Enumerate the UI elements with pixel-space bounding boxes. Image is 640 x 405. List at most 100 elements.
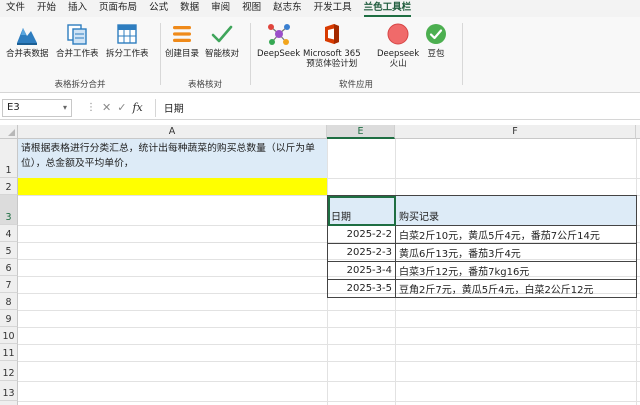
- column-header-overflow: [636, 125, 640, 139]
- gridline: [18, 344, 640, 345]
- row-header-2[interactable]: 2: [0, 178, 18, 195]
- record-cell[interactable]: 白菜2斤10元，黄瓜5斤4元，番茄7公斤14元: [395, 225, 637, 244]
- row-header-7[interactable]: 7: [0, 276, 18, 293]
- tab-lanse-toolbar[interactable]: 兰色工具栏: [358, 0, 418, 17]
- header-date[interactable]: 日期: [327, 195, 396, 226]
- merge-sheets-button[interactable]: 合并工作表: [56, 21, 99, 59]
- cell-a2-highlighted[interactable]: [18, 178, 327, 195]
- gridline: [18, 310, 640, 311]
- column-header-e[interactable]: E: [327, 125, 395, 139]
- cell-a1-instruction[interactable]: 请根据表格进行分类汇总，统计出每种蔬菜的购买总数量（以斤为单位），总金额及平均单…: [18, 139, 327, 178]
- group-software-apps: DeepSeek Microsoft 365 预览体验计划 Deepseek 火…: [251, 17, 461, 93]
- microsoft365-label: Microsoft 365: [303, 49, 361, 59]
- formula-bar: E3 ▾ ⋮ ✕ ✓ fx 日期: [0, 96, 640, 120]
- group-label-split-merge: 表格拆分合并: [54, 80, 106, 90]
- tab-formulas[interactable]: 公式: [143, 0, 174, 17]
- table-row: 2025-3-4 白菜3斤12元，番茄7kg16元: [327, 261, 637, 280]
- doubao-icon: [423, 21, 449, 47]
- tab-view[interactable]: 视图: [236, 0, 267, 17]
- deepseek-volcano-button[interactable]: Deepseek 火山: [377, 21, 419, 69]
- microsoft365-button[interactable]: Microsoft 365 预览体验计划: [303, 21, 361, 69]
- more-options-icon[interactable]: ⋮: [86, 102, 96, 113]
- function-icon[interactable]: fx: [132, 101, 142, 114]
- group-label-software: 软件应用: [338, 80, 373, 90]
- group-table-split-merge: 合并表数据 合并工作表 拆分工作表 表格拆分合并: [0, 17, 160, 93]
- ribbon: 合并表数据 合并工作表 拆分工作表 表格拆分合并 创建目录 智能核对 表格核对 …: [0, 17, 640, 93]
- tab-review[interactable]: 审阅: [205, 0, 236, 17]
- microsoft365-sublabel: 预览体验计划: [306, 59, 358, 69]
- tab-developer[interactable]: 开发工具: [308, 0, 358, 17]
- doubao-button[interactable]: 豆包: [423, 21, 449, 59]
- smart-check-label: 智能核对: [205, 49, 240, 59]
- gridline: [18, 401, 640, 402]
- split-sheets-button[interactable]: 拆分工作表: [106, 21, 149, 59]
- row-header-5[interactable]: 5: [0, 242, 18, 259]
- smart-check-button[interactable]: 智能核对: [205, 21, 239, 59]
- deepseek-volcano-sublabel: 火山: [389, 59, 407, 69]
- row-header-11[interactable]: 11: [0, 344, 18, 361]
- row-header-4[interactable]: 4: [0, 225, 18, 242]
- confirm-icon[interactable]: ✓: [117, 101, 126, 114]
- deepseek-icon: [266, 21, 292, 47]
- row-header-9[interactable]: 9: [0, 310, 18, 327]
- column-header-f[interactable]: F: [395, 125, 636, 139]
- deepseek-button[interactable]: DeepSeek: [257, 21, 300, 59]
- split-sheets-icon: [114, 21, 140, 47]
- deepseek-label: DeepSeek: [257, 49, 301, 59]
- tab-home[interactable]: 开始: [31, 0, 62, 17]
- gridline: [18, 381, 640, 382]
- tab-insert[interactable]: 插入: [62, 0, 93, 17]
- group-table-check: 创建目录 智能核对 表格核对: [161, 17, 249, 93]
- checkmark-icon: [209, 21, 235, 47]
- row-header-6[interactable]: 6: [0, 259, 18, 276]
- row-header-8[interactable]: 8: [0, 293, 18, 310]
- date-cell[interactable]: 2025-2-3: [327, 243, 396, 262]
- row-header-10[interactable]: 10: [0, 327, 18, 344]
- merge-sheets-icon: [64, 21, 90, 47]
- header-purchase-record[interactable]: 购买记录: [395, 195, 637, 226]
- row-header-overflow: [0, 401, 18, 405]
- table-header-row: 日期 购买记录: [327, 195, 637, 226]
- cancel-icon[interactable]: ✕: [102, 101, 111, 114]
- formula-input[interactable]: 日期: [154, 98, 184, 117]
- merge-data-icon: [14, 21, 40, 47]
- deepseek-volcano-label: Deepseek: [377, 49, 420, 59]
- gridline: [18, 327, 640, 328]
- catalog-icon: [169, 21, 195, 47]
- date-cell[interactable]: 2025-3-5: [327, 279, 396, 298]
- create-catalog-button[interactable]: 创建目录: [165, 21, 199, 59]
- purchase-records-table: 日期 购买记录 2025-2-2 白菜2斤10元，黄瓜5斤4元，番茄7公斤14元…: [327, 195, 637, 298]
- tab-data[interactable]: 数据: [174, 0, 205, 17]
- name-box[interactable]: E3 ▾: [2, 98, 72, 117]
- date-cell[interactable]: 2025-2-2: [327, 225, 396, 244]
- column-header-a[interactable]: A: [18, 125, 327, 139]
- tab-file[interactable]: 文件: [0, 0, 31, 17]
- date-cell[interactable]: 2025-3-4: [327, 261, 396, 280]
- group-divider: [462, 23, 463, 85]
- merge-sheets-label: 合并工作表: [56, 49, 99, 59]
- table-row: 2025-2-3 黄瓜6斤13元，番茄3斤4元: [327, 243, 637, 262]
- split-sheets-label: 拆分工作表: [106, 49, 149, 59]
- record-cell[interactable]: 黄瓜6斤13元，番茄3斤4元: [395, 243, 637, 262]
- tab-custom-user[interactable]: 赵志东: [267, 0, 308, 17]
- tab-page-layout[interactable]: 页面布局: [93, 0, 143, 17]
- row-header-12[interactable]: 12: [0, 361, 18, 381]
- merge-data-button[interactable]: 合并表数据: [6, 21, 49, 59]
- row-header-3[interactable]: 3: [0, 195, 18, 225]
- create-catalog-label: 创建目录: [165, 49, 200, 59]
- doubao-label: 豆包: [427, 49, 445, 59]
- row-header-1[interactable]: 1: [0, 139, 18, 178]
- select-all-corner[interactable]: [0, 125, 18, 139]
- name-box-value: E3: [7, 102, 20, 113]
- table-row: 2025-3-5 豆角2斤7元，黄瓜5斤4元，白菜2公斤12元: [327, 279, 637, 298]
- chevron-down-icon[interactable]: ▾: [63, 103, 67, 112]
- formula-bar-icons: ⋮ ✕ ✓ fx: [86, 101, 143, 114]
- record-cell[interactable]: 白菜3斤12元，番茄7kg16元: [395, 261, 637, 280]
- record-cell[interactable]: 豆角2斤7元，黄瓜5斤4元，白菜2公斤12元: [395, 279, 637, 298]
- group-label-check: 表格核对: [187, 80, 222, 90]
- row-header-13[interactable]: 13: [0, 381, 18, 401]
- table-row: 2025-2-2 白菜2斤10元，黄瓜5斤4元，番茄7公斤14元: [327, 225, 637, 244]
- deepseek-volcano-icon: [385, 21, 411, 47]
- spreadsheet-grid: A E F 1 2 3 4 5 6 7 8 9 10 11 12 13 请根据表…: [0, 125, 640, 405]
- gridline: [18, 361, 640, 362]
